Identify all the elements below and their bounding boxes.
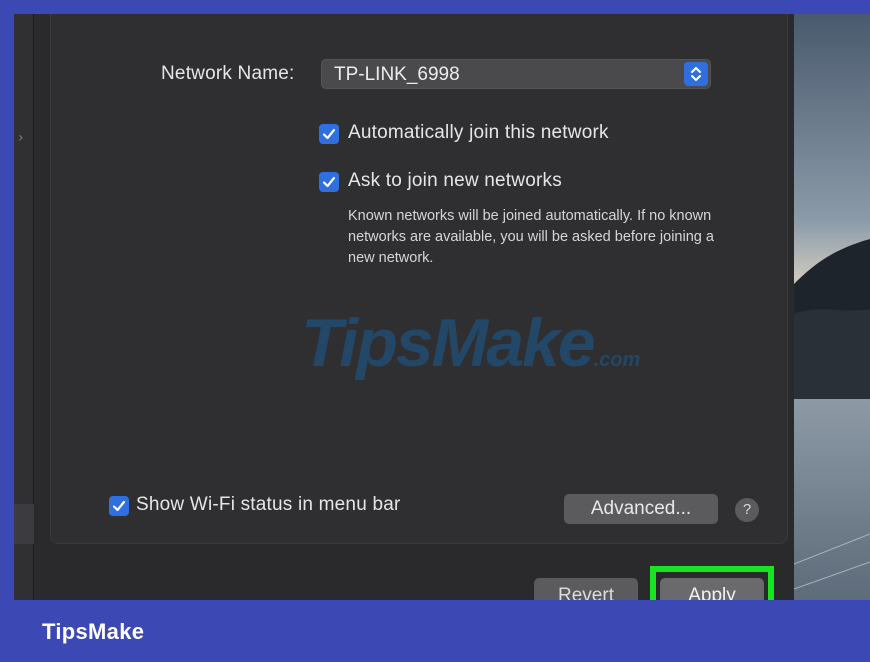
show-wifi-status-label[interactable]: Show Wi-Fi status in menu bar <box>136 494 401 516</box>
page-frame: › Network Name: TP-LINK_6998 Automatical… <box>0 0 870 662</box>
revert-button[interactable]: Revert <box>534 578 638 600</box>
wifi-settings-panel: Network Name: TP-LINK_6998 Automatically… <box>50 14 788 544</box>
watermark-main: TipsMake <box>301 305 596 381</box>
network-name-label: Network Name: <box>161 63 295 84</box>
network-advanced-window: Network Name: TP-LINK_6998 Automatically… <box>34 14 794 600</box>
watermark-suffix: .com <box>593 349 641 371</box>
auto-join-label[interactable]: Automatically join this network <box>348 122 609 144</box>
checkmark-icon <box>112 500 126 512</box>
show-wifi-status-checkbox[interactable] <box>109 496 129 516</box>
checkmark-icon <box>322 176 336 188</box>
desktop-wallpaper <box>794 14 870 600</box>
footer-brand: TipsMake <box>42 619 145 644</box>
sidebar-edge: › <box>14 14 34 600</box>
sidebar-scroll-tab <box>14 504 34 544</box>
system-preferences-screenshot: › Network Name: TP-LINK_6998 Automatical… <box>14 14 870 600</box>
ask-to-join-checkbox[interactable] <box>319 172 339 192</box>
chevron-right-icon[interactable]: › <box>18 130 24 146</box>
help-button[interactable]: ? <box>735 498 759 522</box>
network-name-select[interactable]: TP-LINK_6998 <box>321 59 711 89</box>
up-down-chevron-icon[interactable] <box>684 62 708 86</box>
ask-to-join-label[interactable]: Ask to join new networks <box>348 170 562 192</box>
brand-footer: TipsMake <box>0 600 870 662</box>
watermark-logo: TipsMake.com <box>301 304 640 382</box>
ask-to-join-hint: Known networks will be joined automatica… <box>348 208 714 266</box>
apply-button[interactable]: Apply <box>660 578 764 600</box>
advanced-button[interactable]: Advanced... <box>564 494 718 524</box>
network-name-value: TP-LINK_6998 <box>334 64 460 85</box>
auto-join-checkbox[interactable] <box>319 124 339 144</box>
checkmark-icon <box>322 128 336 140</box>
